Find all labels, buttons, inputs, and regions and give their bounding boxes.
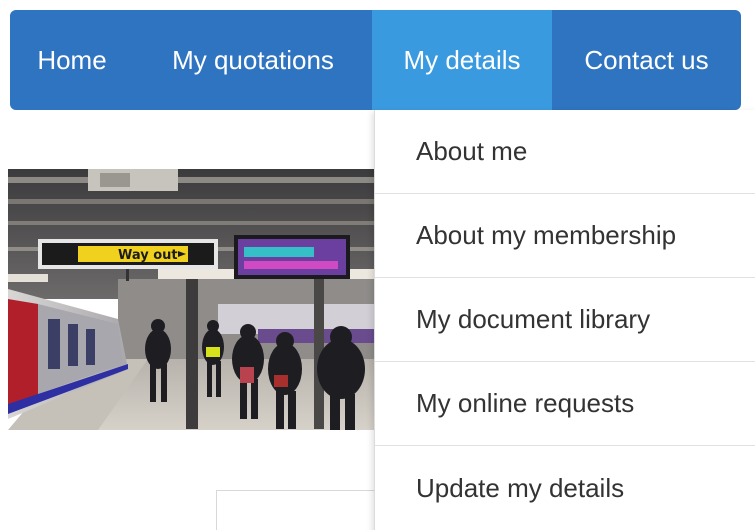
my-details-dropdown: About me About my membership My document… [374,110,755,530]
nav-contact-us[interactable]: Contact us [552,10,741,110]
menu-item-update-my-details[interactable]: Update my details [375,446,755,530]
main-navbar: Home My quotations My details Contact us [10,10,741,110]
page: Home My quotations My details Contact us [0,0,755,530]
menu-item-about-me[interactable]: About me [375,110,755,194]
menu-item-my-online-requests[interactable]: My online requests [375,362,755,446]
hero-image: Way out [8,169,374,430]
way-out-sign-text: Way out [118,248,178,263]
menu-item-about-my-membership[interactable]: About my membership [375,194,755,278]
nav-my-details[interactable]: My details [372,10,552,110]
nav-my-quotations[interactable]: My quotations [134,10,372,110]
station-photo: Way out [8,169,374,430]
nav-home[interactable]: Home [10,10,134,110]
menu-item-my-document-library[interactable]: My document library [375,278,755,362]
content-card [216,490,378,530]
